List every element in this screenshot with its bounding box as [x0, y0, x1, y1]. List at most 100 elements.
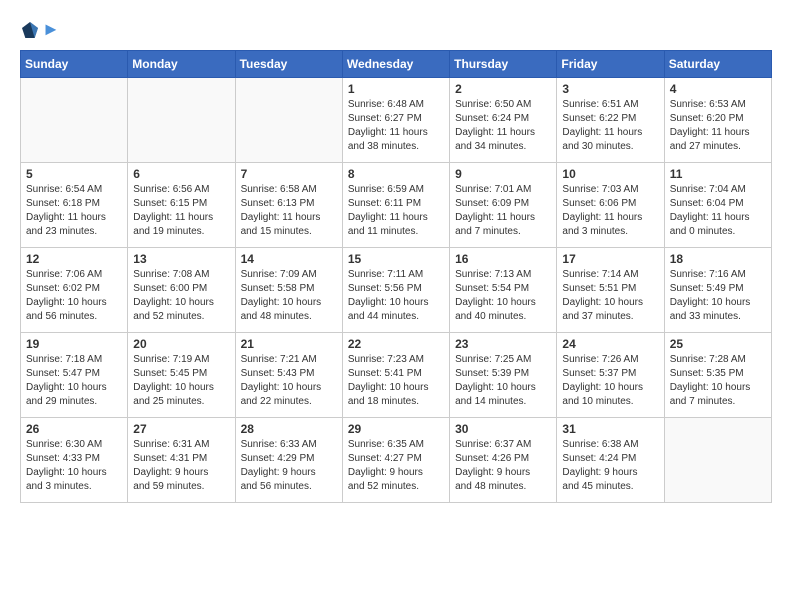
- week-row-3: 19Sunrise: 7:18 AMSunset: 5:47 PMDayligh…: [21, 333, 772, 418]
- day-number: 22: [348, 337, 444, 351]
- logo: ►: [20, 20, 60, 40]
- day-cell: 25 Sunrise: 7:28 AMSunset: 5:35 PMDayligh…: [664, 333, 771, 418]
- day-info: Sunrise: 6:53 AMSunset: 6:20 PMDaylight:…: [670, 98, 766, 154]
- day-info: Sunrise: 6:56 AMSunset: 6:15 PMDaylight:…: [133, 183, 229, 239]
- day-info: Sunrise: 7:11 AMSunset: 5:56 PMDaylight:…: [348, 268, 444, 324]
- week-row-1: 5 Sunrise: 6:54 AMSunset: 6:18 PMDaylight…: [21, 163, 772, 248]
- day-cell: 30 Sunrise: 6:37 AMSunset: 4:26 PMDayligh…: [450, 418, 557, 503]
- day-info: Sunrise: 6:33 AMSunset: 4:29 PMDaylight:…: [241, 438, 337, 494]
- day-cell: 20 Sunrise: 7:19 AMSunset: 5:45 PMDayligh…: [128, 333, 235, 418]
- day-number: 2: [455, 82, 551, 96]
- day-info: Sunrise: 7:03 AMSunset: 6:06 PMDaylight:…: [562, 183, 658, 239]
- day-info: Sunrise: 7:14 AMSunset: 5:51 PMDaylight:…: [562, 268, 658, 324]
- weekday-monday: Monday: [128, 51, 235, 78]
- day-number: 24: [562, 337, 658, 351]
- calendar-table: SundayMondayTuesdayWednesdayThursdayFrid…: [20, 50, 772, 503]
- day-info: Sunrise: 7:23 AMSunset: 5:41 PMDaylight:…: [348, 353, 444, 409]
- day-number: 12: [26, 252, 122, 266]
- day-number: 6: [133, 167, 229, 181]
- week-row-4: 26 Sunrise: 6:30 AMSunset: 4:33 PMDayligh…: [21, 418, 772, 503]
- weekday-saturday: Saturday: [664, 51, 771, 78]
- header: ►: [20, 20, 772, 40]
- weekday-tuesday: Tuesday: [235, 51, 342, 78]
- day-info: Sunrise: 7:18 AMSunset: 5:47 PMDaylight:…: [26, 353, 122, 409]
- day-number: 8: [348, 167, 444, 181]
- day-cell: 17 Sunrise: 7:14 AMSunset: 5:51 PMDayligh…: [557, 248, 664, 333]
- day-cell: 10 Sunrise: 7:03 AMSunset: 6:06 PMDayligh…: [557, 163, 664, 248]
- day-cell: 6 Sunrise: 6:56 AMSunset: 6:15 PMDaylight…: [128, 163, 235, 248]
- day-number: 20: [133, 337, 229, 351]
- day-info: Sunrise: 6:31 AMSunset: 4:31 PMDaylight:…: [133, 438, 229, 494]
- day-cell: [235, 78, 342, 163]
- day-info: Sunrise: 7:01 AMSunset: 6:09 PMDaylight:…: [455, 183, 551, 239]
- day-number: 18: [670, 252, 766, 266]
- day-info: Sunrise: 6:58 AMSunset: 6:13 PMDaylight:…: [241, 183, 337, 239]
- weekday-sunday: Sunday: [21, 51, 128, 78]
- day-cell: [128, 78, 235, 163]
- day-number: 11: [670, 167, 766, 181]
- day-cell: [664, 418, 771, 503]
- day-number: 5: [26, 167, 122, 181]
- weekday-header-row: SundayMondayTuesdayWednesdayThursdayFrid…: [21, 51, 772, 78]
- day-cell: 27 Sunrise: 6:31 AMSunset: 4:31 PMDayligh…: [128, 418, 235, 503]
- day-cell: [21, 78, 128, 163]
- day-number: 1: [348, 82, 444, 96]
- day-info: Sunrise: 6:37 AMSunset: 4:26 PMDaylight:…: [455, 438, 551, 494]
- day-number: 27: [133, 422, 229, 436]
- day-info: Sunrise: 7:13 AMSunset: 5:54 PMDaylight:…: [455, 268, 551, 324]
- day-number: 3: [562, 82, 658, 96]
- day-number: 4: [670, 82, 766, 96]
- day-cell: 19Sunrise: 7:18 AMSunset: 5:47 PMDayligh…: [21, 333, 128, 418]
- day-info: Sunrise: 7:25 AMSunset: 5:39 PMDaylight:…: [455, 353, 551, 409]
- day-cell: 15 Sunrise: 7:11 AMSunset: 5:56 PMDayligh…: [342, 248, 449, 333]
- day-info: Sunrise: 7:06 AMSunset: 6:02 PMDaylight:…: [26, 268, 122, 324]
- day-cell: 24 Sunrise: 7:26 AMSunset: 5:37 PMDayligh…: [557, 333, 664, 418]
- day-info: Sunrise: 7:16 AMSunset: 5:49 PMDaylight:…: [670, 268, 766, 324]
- day-info: Sunrise: 6:51 AMSunset: 6:22 PMDaylight:…: [562, 98, 658, 154]
- day-cell: 28 Sunrise: 6:33 AMSunset: 4:29 PMDayligh…: [235, 418, 342, 503]
- day-info: Sunrise: 6:38 AMSunset: 4:24 PMDaylight:…: [562, 438, 658, 494]
- day-number: 7: [241, 167, 337, 181]
- day-number: 28: [241, 422, 337, 436]
- day-number: 15: [348, 252, 444, 266]
- day-cell: 1 Sunrise: 6:48 AMSunset: 6:27 PMDaylight…: [342, 78, 449, 163]
- day-cell: 11Sunrise: 7:04 AMSunset: 6:04 PMDayligh…: [664, 163, 771, 248]
- day-cell: 7 Sunrise: 6:58 AMSunset: 6:13 PMDaylight…: [235, 163, 342, 248]
- day-info: Sunrise: 7:28 AMSunset: 5:35 PMDaylight:…: [670, 353, 766, 409]
- day-number: 9: [455, 167, 551, 181]
- day-info: Sunrise: 6:30 AMSunset: 4:33 PMDaylight:…: [26, 438, 122, 494]
- day-cell: 26 Sunrise: 6:30 AMSunset: 4:33 PMDayligh…: [21, 418, 128, 503]
- day-cell: 23 Sunrise: 7:25 AMSunset: 5:39 PMDayligh…: [450, 333, 557, 418]
- day-info: Sunrise: 7:21 AMSunset: 5:43 PMDaylight:…: [241, 353, 337, 409]
- day-info: Sunrise: 6:50 AMSunset: 6:24 PMDaylight:…: [455, 98, 551, 154]
- day-number: 30: [455, 422, 551, 436]
- logo-blue-accent: ►: [42, 19, 60, 39]
- day-info: Sunrise: 7:08 AMSunset: 6:00 PMDaylight:…: [133, 268, 229, 324]
- day-info: Sunrise: 6:35 AMSunset: 4:27 PMDaylight:…: [348, 438, 444, 494]
- day-info: Sunrise: 7:26 AMSunset: 5:37 PMDaylight:…: [562, 353, 658, 409]
- week-row-0: 1 Sunrise: 6:48 AMSunset: 6:27 PMDaylight…: [21, 78, 772, 163]
- day-number: 26: [26, 422, 122, 436]
- weekday-friday: Friday: [557, 51, 664, 78]
- day-number: 13: [133, 252, 229, 266]
- day-number: 21: [241, 337, 337, 351]
- day-cell: 16Sunrise: 7:13 AMSunset: 5:54 PMDayligh…: [450, 248, 557, 333]
- day-number: 10: [562, 167, 658, 181]
- day-info: Sunrise: 7:19 AMSunset: 5:45 PMDaylight:…: [133, 353, 229, 409]
- day-cell: 14Sunrise: 7:09 AMSunset: 5:58 PMDayligh…: [235, 248, 342, 333]
- day-info: Sunrise: 6:48 AMSunset: 6:27 PMDaylight:…: [348, 98, 444, 154]
- day-cell: 31 Sunrise: 6:38 AMSunset: 4:24 PMDayligh…: [557, 418, 664, 503]
- page: ► SundayMondayTuesdayWednesdayThursdayFr…: [0, 0, 792, 513]
- day-cell: 5 Sunrise: 6:54 AMSunset: 6:18 PMDaylight…: [21, 163, 128, 248]
- day-info: Sunrise: 6:54 AMSunset: 6:18 PMDaylight:…: [26, 183, 122, 239]
- day-info: Sunrise: 7:09 AMSunset: 5:58 PMDaylight:…: [241, 268, 337, 324]
- day-cell: 8Sunrise: 6:59 AMSunset: 6:11 PMDaylight…: [342, 163, 449, 248]
- week-row-2: 12 Sunrise: 7:06 AMSunset: 6:02 PMDayligh…: [21, 248, 772, 333]
- day-number: 23: [455, 337, 551, 351]
- day-number: 25: [670, 337, 766, 351]
- day-cell: 2 Sunrise: 6:50 AMSunset: 6:24 PMDaylight…: [450, 78, 557, 163]
- day-number: 31: [562, 422, 658, 436]
- day-cell: 29Sunrise: 6:35 AMSunset: 4:27 PMDayligh…: [342, 418, 449, 503]
- day-cell: 9 Sunrise: 7:01 AMSunset: 6:09 PMDaylight…: [450, 163, 557, 248]
- day-number: 17: [562, 252, 658, 266]
